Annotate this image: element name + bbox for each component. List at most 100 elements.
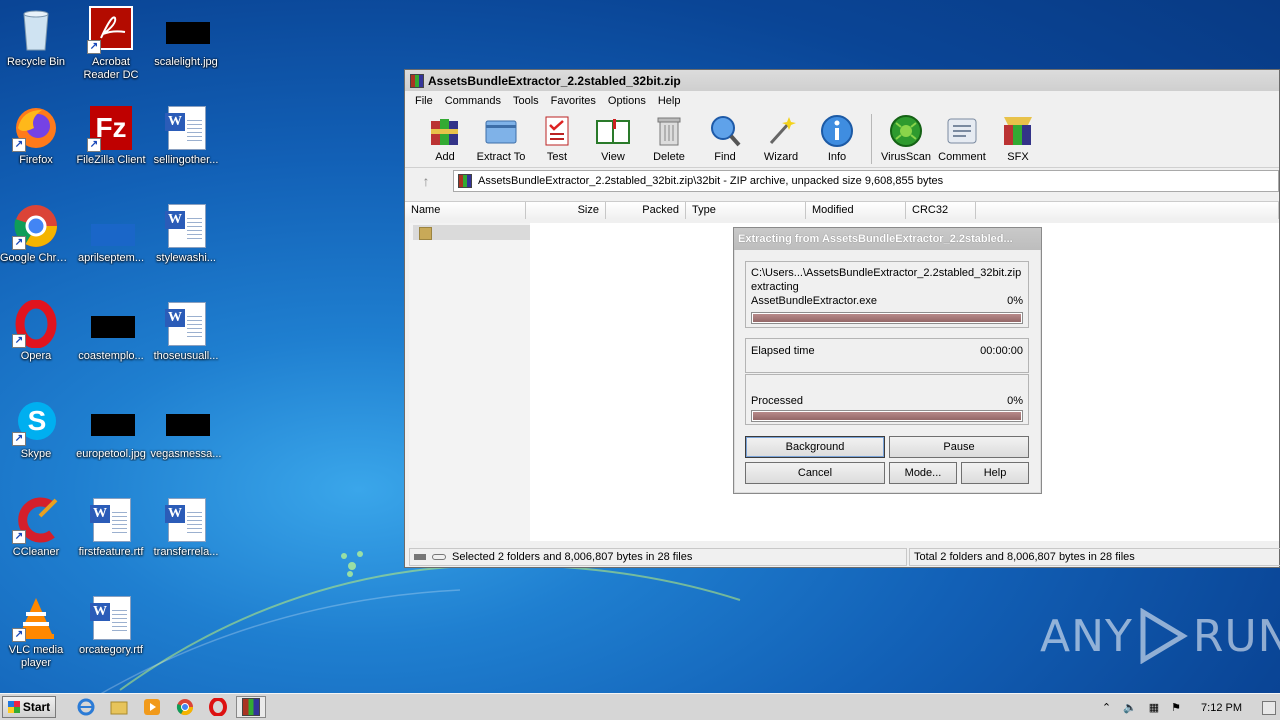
desktop-icon-label: transferrela... xyxy=(153,546,219,558)
explorer-taskbar-icon[interactable] xyxy=(104,696,134,718)
desktop-icon-label: stylewashi... xyxy=(156,252,216,264)
vlc-icon: ↗ xyxy=(12,594,60,642)
desktop-icon[interactable]: Fz ↗ FileZilla Client xyxy=(73,104,149,167)
processed-percent: 0% xyxy=(1007,395,1023,407)
media-player-icon xyxy=(144,699,160,715)
column-type[interactable]: Type xyxy=(686,202,806,219)
pause-button[interactable]: Pause xyxy=(889,436,1029,458)
address-box[interactable]: AssetsBundleExtractor_2.2stabled_32bit.z… xyxy=(453,170,1279,192)
find-button[interactable]: Find xyxy=(697,110,753,163)
comment-button[interactable]: Comment xyxy=(934,110,990,163)
winrar-menubar: File Commands Tools Favorites Options Help xyxy=(405,91,1279,110)
virusscan-label: VirusScan xyxy=(881,151,931,163)
status-left: Selected 2 folders and 8,006,807 bytes i… xyxy=(409,548,907,566)
show-desktop-button[interactable] xyxy=(1262,700,1276,715)
view-icon xyxy=(595,113,631,149)
show-hidden-icon[interactable]: ⌃ xyxy=(1102,701,1111,714)
desktop-icon-label: sellingother... xyxy=(153,154,219,166)
network-icon[interactable]: ▦ xyxy=(1149,701,1159,714)
add-button[interactable]: Add xyxy=(417,110,473,163)
desktop-icon[interactable]: ↗ VLC media player xyxy=(0,594,74,670)
ie-taskbar-icon[interactable] xyxy=(71,696,101,718)
desktop-icon[interactable]: scalelight.jpg xyxy=(148,6,224,69)
chrome-taskbar-icon[interactable] xyxy=(170,696,200,718)
delete-icon xyxy=(651,113,687,149)
name-column-bg xyxy=(409,223,530,541)
clock[interactable]: 7:12 PM xyxy=(1201,702,1242,714)
opera-taskbar-icon[interactable] xyxy=(203,696,233,718)
watermark-left: ANY xyxy=(1040,610,1133,662)
volume-icon[interactable]: 🔈 xyxy=(1123,701,1137,714)
dialog-title[interactable]: Extracting from AssetsBundleExtractor_2.… xyxy=(734,228,1041,250)
desktop-icon-label: scalelight.jpg xyxy=(154,56,218,68)
desktop-icon[interactable]: S ↗ Skype xyxy=(0,398,74,461)
archive-path: C:\Users...\AssetsBundleExtractor_2.2sta… xyxy=(751,267,1022,279)
desktop-icon[interactable]: aprilseptem... xyxy=(73,202,149,265)
desktop-icon-label: FileZilla Client xyxy=(76,154,146,166)
address-bar: ↑ AssetsBundleExtractor_2.2stabled_32bit… xyxy=(405,168,1279,194)
drive-icon[interactable] xyxy=(414,554,426,560)
winrar-titlebar[interactable]: AssetsBundleExtractor_2.2stabled_32bit.z… xyxy=(405,70,1279,91)
desktop-icon[interactable]: ↗ CCleaner xyxy=(0,496,74,559)
extract-dialog[interactable]: Extracting from AssetsBundleExtractor_2.… xyxy=(733,227,1042,494)
desktop-icon[interactable]: ↗ Google Chrome xyxy=(0,202,74,265)
mode-button[interactable]: Mode... xyxy=(889,462,957,484)
windows-logo-icon xyxy=(7,701,20,713)
start-button[interactable]: Start xyxy=(2,696,56,718)
column-crc32[interactable]: CRC32 xyxy=(906,202,976,219)
sfx-label: SFX xyxy=(1007,151,1029,163)
menu-options[interactable]: Options xyxy=(602,95,652,107)
view-button[interactable]: View xyxy=(585,110,641,163)
extract-to-button[interactable]: Extract To xyxy=(473,110,529,163)
flag-icon[interactable]: ⚑ xyxy=(1171,701,1181,714)
winrar-toolbar: Add Extract To Test View Delete Find Wizard Inf… xyxy=(405,110,1279,168)
test-button[interactable]: Test xyxy=(529,110,585,163)
winrar-taskbar-icon[interactable] xyxy=(236,696,266,718)
shortcut-arrow-icon: ↗ xyxy=(87,40,101,54)
status-right-text: Total 2 folders and 8,006,807 bytes in 2… xyxy=(914,551,1135,563)
menu-tools[interactable]: Tools xyxy=(507,95,545,107)
extract-to-label: Extract To xyxy=(476,151,526,163)
sfx-button[interactable]: SFX xyxy=(990,110,1046,163)
desktop-icon[interactable]: Wtransferrela... xyxy=(148,496,224,559)
desktop-icon[interactable]: europetool.jpg xyxy=(73,398,149,461)
background-button[interactable]: Background xyxy=(745,436,885,458)
desktop-icon[interactable]: coastemplo... xyxy=(73,300,149,363)
desktop-icon[interactable]: Worcategory.rtf xyxy=(73,594,149,657)
desktop-icon[interactable]: ↗ Acrobat Reader DC xyxy=(73,6,149,82)
column-modified[interactable]: Modified xyxy=(806,202,906,219)
key-icon[interactable] xyxy=(432,554,446,560)
menu-commands[interactable]: Commands xyxy=(439,95,507,107)
desktop-icon[interactable]: Recycle Bin xyxy=(0,6,74,69)
wizard-button[interactable]: Wizard xyxy=(753,110,809,163)
comment-icon xyxy=(944,113,980,149)
file-row[interactable] xyxy=(413,225,530,240)
column-size[interactable]: Size xyxy=(526,202,606,219)
image-file-icon xyxy=(87,398,135,446)
info-button[interactable]: Info xyxy=(809,110,865,163)
help-button[interactable]: Help xyxy=(961,462,1029,484)
desktop-icon[interactable]: Wstylewashi... xyxy=(148,202,224,265)
file-progress-group: C:\Users...\AssetsBundleExtractor_2.2sta… xyxy=(745,261,1029,328)
test-label: Test xyxy=(546,151,568,163)
desktop-icon[interactable]: vegasmessa... xyxy=(148,398,224,461)
desktop-icon[interactable]: Wfirstfeature.rtf xyxy=(73,496,149,559)
winrar-app-icon xyxy=(410,73,424,88)
up-arrow-icon[interactable]: ↑ xyxy=(411,173,441,189)
filezilla-icon: Fz ↗ xyxy=(87,104,135,152)
sfx-icon xyxy=(1000,113,1036,149)
desktop-icon[interactable]: ↗ Opera xyxy=(0,299,74,363)
desktop-icon[interactable]: Wsellingother... xyxy=(148,104,224,167)
menu-file[interactable]: File xyxy=(409,95,439,107)
virusscan-button[interactable]: VirusScan xyxy=(878,110,934,163)
desktop-icon[interactable]: Wthoseusuall... xyxy=(148,300,224,363)
media-player-taskbar-icon[interactable] xyxy=(137,696,167,718)
cancel-button[interactable]: Cancel xyxy=(745,462,885,484)
column-packed[interactable]: Packed xyxy=(606,202,686,219)
desktop-icon[interactable]: ↗ Firefox xyxy=(0,104,74,167)
menu-help[interactable]: Help xyxy=(652,95,687,107)
desktop-icon-label: orcategory.rtf xyxy=(79,644,143,656)
column-name[interactable]: Name xyxy=(405,202,526,219)
menu-favorites[interactable]: Favorites xyxy=(545,95,602,107)
delete-button[interactable]: Delete xyxy=(641,110,697,163)
